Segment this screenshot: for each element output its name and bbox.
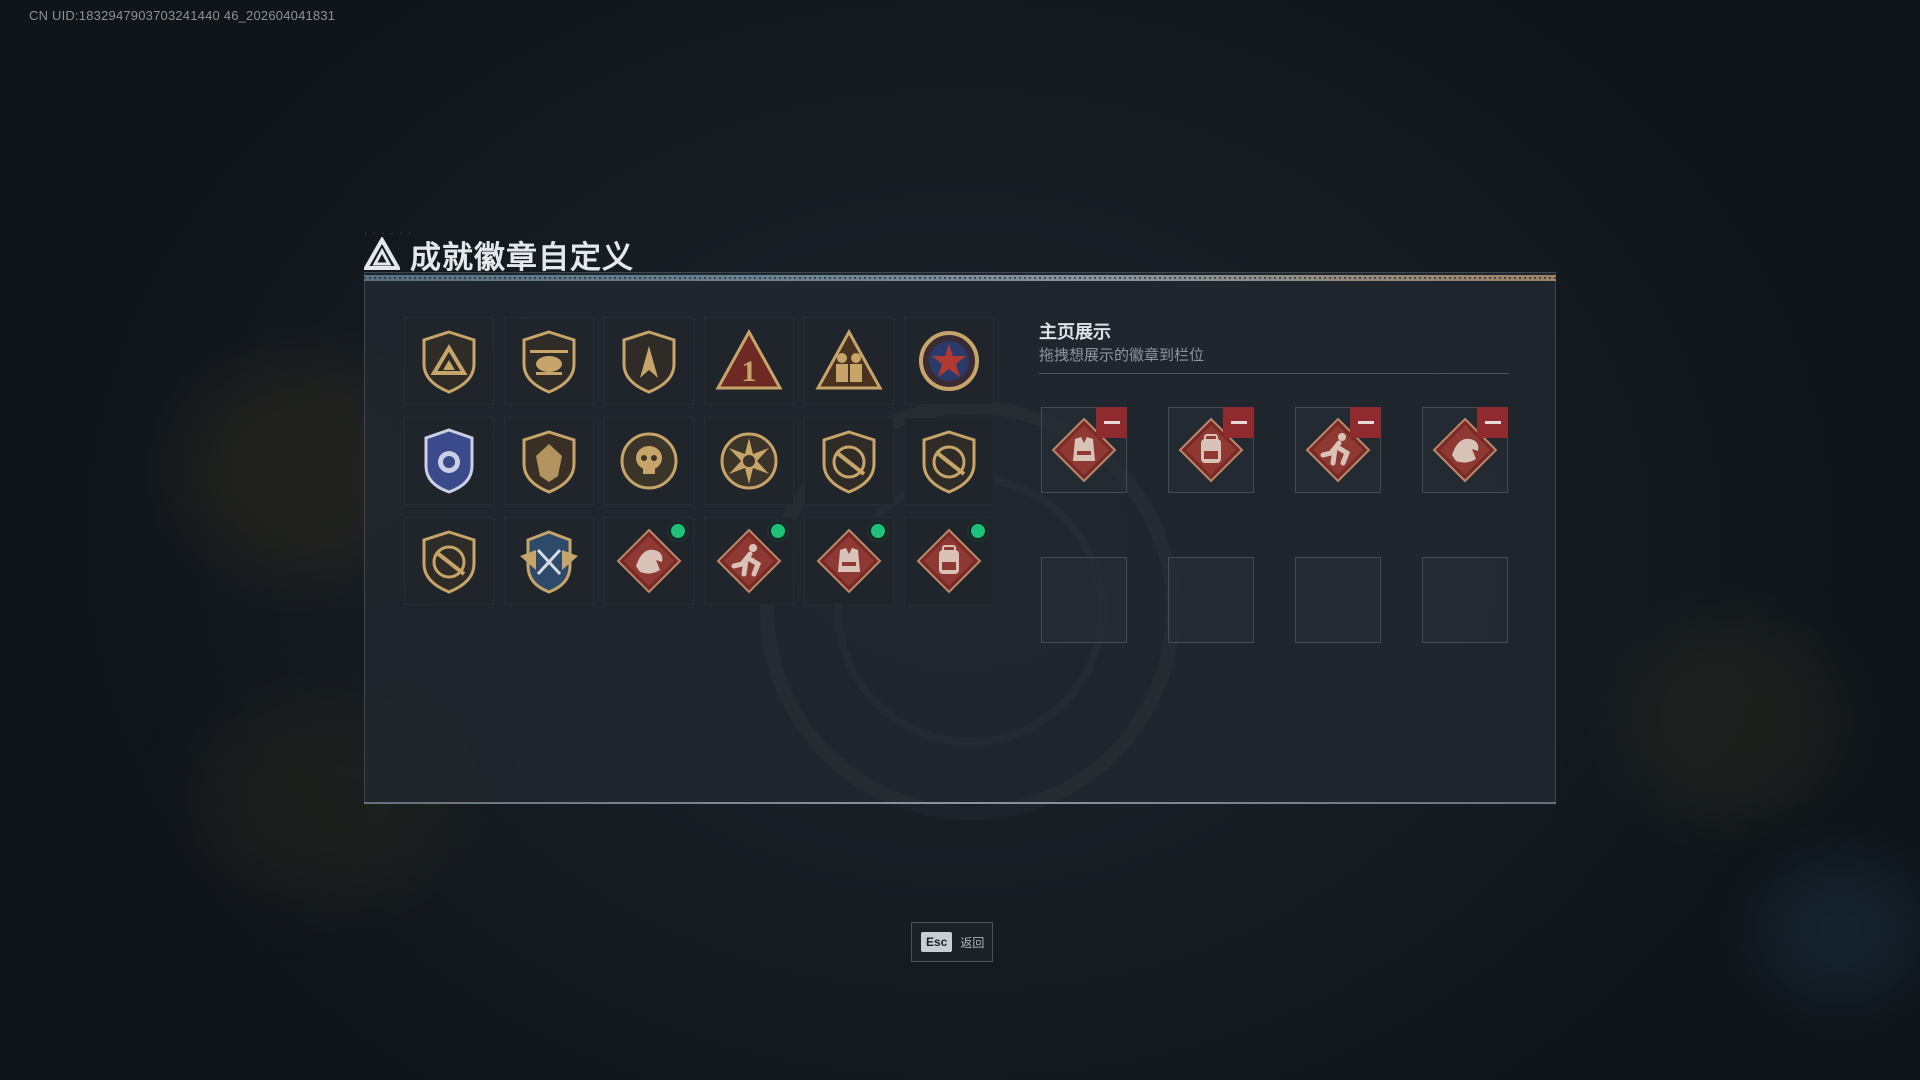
showcase-slot-filled[interactable] bbox=[1168, 407, 1254, 493]
minus-icon bbox=[1103, 421, 1120, 424]
showcase-divider bbox=[1039, 373, 1509, 374]
showcase-slot-empty[interactable] bbox=[1041, 557, 1127, 643]
showcase-slot-filled[interactable] bbox=[1422, 407, 1508, 493]
new-badge-indicator bbox=[771, 524, 785, 538]
badge-cell[interactable] bbox=[504, 517, 594, 605]
heraldic-shield-badge-icon bbox=[522, 430, 576, 494]
badge-cell[interactable] bbox=[604, 317, 694, 405]
minus-icon bbox=[1484, 421, 1501, 424]
showcase-slot-empty[interactable] bbox=[1295, 557, 1381, 643]
badge-cell[interactable] bbox=[704, 417, 794, 505]
showcase-slot-filled[interactable] bbox=[1041, 407, 1127, 493]
remove-badge-button[interactable] bbox=[1350, 407, 1381, 438]
police-shield-badge-icon bbox=[424, 428, 474, 494]
back-label: 返回 bbox=[960, 935, 985, 950]
helicopter-shield-badge-icon bbox=[522, 330, 576, 394]
showcase-slot-empty[interactable] bbox=[1168, 557, 1254, 643]
skull-emblem-badge-icon bbox=[620, 432, 678, 490]
arrowhead-shield-badge-icon bbox=[622, 330, 676, 394]
rifle-shield-badge-icon bbox=[422, 530, 476, 594]
minus-icon bbox=[1357, 421, 1374, 424]
panel-bottom-line bbox=[364, 802, 1556, 804]
minus-icon bbox=[1230, 421, 1247, 424]
badge-cell[interactable] bbox=[804, 517, 894, 605]
badge-cell[interactable] bbox=[804, 417, 894, 505]
badge-cell[interactable] bbox=[404, 317, 494, 405]
remove-badge-button[interactable] bbox=[1096, 407, 1127, 438]
showcase-title: 主页展示 bbox=[1039, 322, 1111, 342]
screen: CN UID:1832947903703241440 46_2026040418… bbox=[0, 0, 1920, 1080]
badge-cell[interactable] bbox=[704, 517, 794, 605]
badge-cell[interactable]: 1 bbox=[704, 317, 794, 405]
badge-cell[interactable] bbox=[904, 417, 994, 505]
winged-crest-badge-icon bbox=[520, 530, 578, 594]
showcase-slot-filled[interactable] bbox=[1295, 407, 1381, 493]
soldiers-triangle-badge-icon bbox=[815, 328, 883, 390]
triangle-shield-badge-icon bbox=[422, 330, 476, 394]
number-1-triangle-badge-icon: 1 bbox=[715, 328, 783, 390]
back-button[interactable]: Esc 返回 bbox=[911, 922, 993, 962]
badge-cell[interactable] bbox=[404, 517, 494, 605]
new-badge-indicator bbox=[671, 524, 685, 538]
page-header: 成就徽章自定义 bbox=[364, 232, 634, 276]
badge-cell[interactable] bbox=[504, 417, 594, 505]
game-logo-icon bbox=[364, 237, 400, 270]
sunburst-emblem-badge-icon bbox=[720, 432, 778, 490]
showcase-subtitle: 拖拽想展示的徽章到栏位 bbox=[1039, 347, 1205, 364]
remove-badge-button[interactable] bbox=[1477, 407, 1508, 438]
esc-key-hint: Esc bbox=[921, 932, 953, 952]
badge-cell[interactable] bbox=[604, 517, 694, 605]
panel-top-bar bbox=[364, 275, 1556, 281]
svg-text:1: 1 bbox=[742, 355, 757, 388]
showcase-slot-empty[interactable] bbox=[1422, 557, 1508, 643]
badge-cell[interactable] bbox=[604, 417, 694, 505]
badge-cell[interactable] bbox=[804, 317, 894, 405]
badge-cell[interactable] bbox=[404, 417, 494, 505]
badge-cell[interactable] bbox=[904, 517, 994, 605]
rifle-shield-badge-icon bbox=[822, 430, 876, 494]
badge-cell[interactable] bbox=[904, 317, 994, 405]
badge-cell[interactable] bbox=[504, 317, 594, 405]
new-badge-indicator bbox=[871, 524, 885, 538]
page-title: 成就徽章自定义 bbox=[410, 239, 634, 275]
background-glow bbox=[1760, 860, 1920, 1000]
new-badge-indicator bbox=[971, 524, 985, 538]
background-glow bbox=[1620, 620, 1840, 820]
rifle-shield-badge-icon bbox=[922, 430, 976, 494]
player-uid-label: CN UID:1832947903703241440 46_2026040418… bbox=[29, 8, 336, 23]
remove-badge-button[interactable] bbox=[1223, 407, 1254, 438]
star-medal-badge-icon bbox=[919, 331, 979, 391]
